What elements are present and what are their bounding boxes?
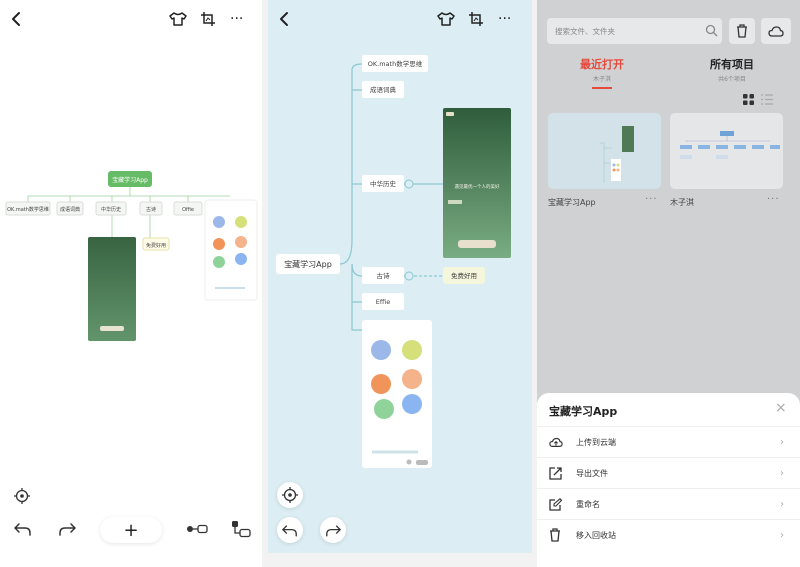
- cloud-icon: [768, 25, 784, 37]
- node-label: 古诗: [377, 271, 391, 280]
- action-upload-cloud[interactable]: 上传到云端 ›: [537, 426, 800, 457]
- list-view-icon[interactable]: [761, 94, 773, 105]
- chevron-right-icon: ›: [780, 498, 784, 510]
- chevron-right-icon: ›: [780, 529, 784, 541]
- chevron-right-icon: ›: [780, 467, 784, 479]
- trash-icon: [550, 528, 560, 542]
- file-thumbnail: [600, 126, 634, 183]
- search-placeholder: 搜索文件、文件夹: [555, 27, 615, 36]
- file-actions-sheet: 宝藏学习App × 上传到云端 › 导出文件 › 重命名 › 移入回收站 ›: [537, 393, 800, 567]
- mindmap-editor-middle: ··· 宝藏学习App OK.math数学思维 成语词典 中华历史 古诗 Eff…: [268, 0, 532, 553]
- search-icon: [705, 24, 718, 37]
- theme-shirt-icon[interactable]: [437, 12, 455, 26]
- node-label: 中华历史: [370, 179, 397, 188]
- tab-recent[interactable]: 最近打开 木子淇: [567, 56, 637, 89]
- tab-subtitle: 木子淇: [592, 76, 611, 83]
- crop-frame-icon[interactable]: [468, 11, 484, 27]
- trash-button[interactable]: [729, 18, 755, 44]
- file-name: 木子淇: [670, 198, 694, 207]
- action-export[interactable]: 导出文件 ›: [537, 457, 800, 488]
- close-icon[interactable]: ×: [775, 400, 787, 416]
- branch-label: OK.math数学思维: [7, 206, 49, 213]
- more-icon[interactable]: ···: [498, 11, 511, 27]
- file-card[interactable]: [670, 113, 783, 189]
- file-card[interactable]: [548, 113, 661, 189]
- sub-node-label: 免费好用: [451, 271, 477, 280]
- tab-underline: [592, 87, 612, 89]
- grid-view-icon[interactable]: [743, 94, 754, 105]
- locate-button[interactable]: [277, 482, 303, 508]
- circles-screen-image: [204, 199, 258, 301]
- tab-title: 所有项目: [710, 58, 754, 71]
- search-input[interactable]: 搜索文件、文件夹: [547, 18, 722, 44]
- poster-image: [88, 237, 136, 341]
- chevron-right-icon: ›: [780, 436, 784, 448]
- redo-button[interactable]: [320, 517, 346, 543]
- root-node-label: 宝藏学习App: [112, 176, 148, 184]
- redo-icon[interactable]: [58, 522, 76, 536]
- poster-image: 遇见最优一个人的美好: [443, 108, 511, 258]
- mindmap-canvas: 宝藏学习App OK.math数学思维 成语词典 中华历史 古诗 Effie 免…: [276, 55, 511, 468]
- tab-all-projects[interactable]: 所有项目 共6个项目: [697, 56, 767, 83]
- node-label: Effie: [376, 298, 390, 306]
- action-label: 移入回收站: [576, 530, 616, 540]
- circles-screen-image: [362, 320, 432, 468]
- add-child-icon[interactable]: [231, 520, 251, 538]
- trash-icon: [737, 24, 747, 38]
- poster-caption: 遇见最优一个人的美好: [455, 183, 500, 190]
- export-icon: [549, 466, 562, 480]
- branch-label: 成语词典: [60, 206, 80, 213]
- file-more-button[interactable]: ···: [645, 194, 658, 205]
- cloud-button[interactable]: [761, 18, 791, 44]
- cloud-upload-icon: [549, 437, 563, 447]
- theme-shirt-icon[interactable]: [169, 12, 187, 26]
- node-label: 成语词典: [370, 85, 397, 94]
- branch-label: Offie: [182, 207, 194, 213]
- sheet-title: 宝藏学习App: [549, 405, 618, 418]
- branch-label: 中华历史: [101, 206, 121, 213]
- screenshot: ··· 宝藏学习App OK.math数学思维 成语词典 中华历史 古诗 Off…: [0, 0, 800, 567]
- back-icon[interactable]: [278, 11, 290, 27]
- file-name: 宝藏学习App: [548, 198, 596, 207]
- root-node[interactable]: 宝藏学习App: [276, 254, 340, 274]
- root-node-label: 宝藏学习App: [284, 259, 332, 269]
- file-thumbnail: [680, 131, 780, 159]
- more-icon[interactable]: ···: [230, 11, 243, 27]
- edit-icon: [549, 497, 562, 511]
- undo-button[interactable]: [277, 517, 303, 543]
- mindmap-editor-left: ··· 宝藏学习App OK.math数学思维 成语词典 中华历史 古诗 Off…: [0, 0, 262, 567]
- action-label: 导出文件: [576, 468, 608, 478]
- crop-frame-icon[interactable]: [200, 11, 216, 27]
- action-move-to-trash[interactable]: 移入回收站 ›: [537, 519, 800, 550]
- undo-icon[interactable]: [14, 522, 32, 536]
- locate-icon[interactable]: [14, 488, 30, 504]
- action-label: 重命名: [576, 499, 600, 509]
- file-list-screen: 搜索文件、文件夹 最近打开 木子淇 所有项目 共6个项目 宝藏学习App ···…: [537, 0, 800, 567]
- add-node-button[interactable]: +: [100, 517, 162, 543]
- node-label: OK.math数学思维: [368, 59, 423, 68]
- sub-node-label: 免费好用: [146, 242, 166, 249]
- mindmap-canvas: 宝藏学习App OK.math数学思维 成语词典 中华历史 古诗 Offie 免…: [5, 171, 258, 341]
- back-icon[interactable]: [10, 11, 22, 27]
- action-rename[interactable]: 重命名 ›: [537, 488, 800, 519]
- add-sibling-icon[interactable]: [186, 524, 208, 534]
- action-label: 上传到云端: [576, 437, 616, 447]
- tab-subtitle: 共6个项目: [718, 76, 746, 83]
- file-more-button[interactable]: ···: [767, 194, 780, 205]
- branch-label: 古诗: [146, 206, 156, 213]
- tab-title: 最近打开: [580, 58, 624, 71]
